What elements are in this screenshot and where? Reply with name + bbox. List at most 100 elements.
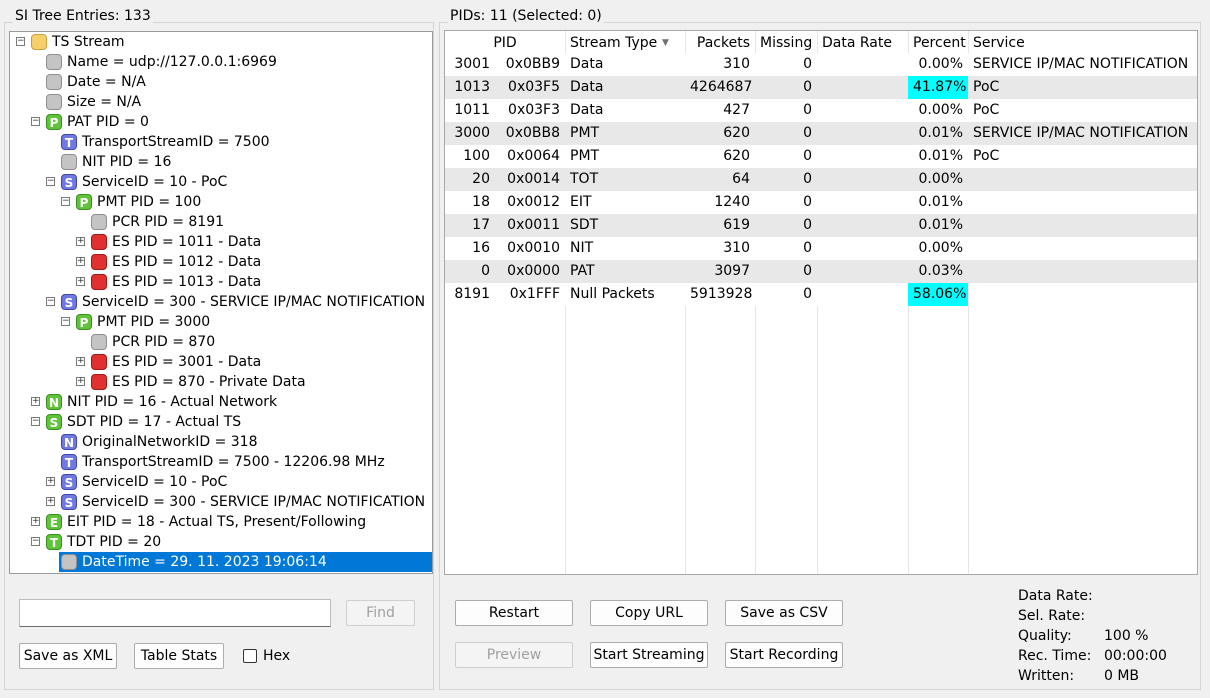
tree-node-label: TDT PID = 20 — [67, 534, 162, 550]
find-button[interactable]: Find — [346, 600, 415, 626]
collapse-icon[interactable]: − — [31, 537, 40, 546]
cell-missing: 0 — [803, 263, 812, 279]
gray-node-icon — [91, 334, 107, 350]
collapse-icon[interactable]: − — [61, 197, 70, 206]
cell-service: PoC — [973, 102, 1000, 118]
preview-button[interactable]: Preview — [455, 642, 573, 668]
cell-service — [968, 168, 1197, 191]
start-recording-button[interactable]: Start Recording — [725, 642, 843, 668]
column-header-pid[interactable]: PID — [445, 31, 565, 55]
column-header-data-rate[interactable]: Data Rate — [817, 31, 908, 55]
expand-icon[interactable]: + — [76, 237, 85, 246]
cell-type: Data — [570, 56, 604, 72]
tree-node[interactable]: − S ServiceID = 10 - PoC — [10, 172, 430, 192]
collapse-icon[interactable]: − — [61, 317, 70, 326]
save-as-xml-button[interactable]: Save as XML — [19, 643, 117, 669]
cell-missing: 0 — [803, 102, 812, 118]
tree-node[interactable]: NIT PID = 16 — [10, 152, 430, 172]
column-header-service[interactable]: Service — [968, 31, 1197, 55]
cell-rate — [817, 237, 908, 260]
cell-pid: 1013 — [454, 79, 490, 95]
pid-table[interactable]: PID Stream Type Packets Missing Data Rate Per… — [444, 30, 1198, 575]
tree-node[interactable]: + ES PID = 3001 - Data — [10, 352, 430, 372]
expand-icon[interactable]: + — [76, 277, 85, 286]
cell-pid: 100 — [463, 148, 490, 164]
tree-node[interactable]: Size = N/A — [10, 92, 430, 112]
tree-node[interactable]: + S ServiceID = 10 - PoC — [10, 472, 430, 492]
tree-node[interactable]: − TS Stream — [10, 32, 430, 52]
collapse-icon[interactable]: − — [16, 37, 25, 46]
tree-node[interactable]: PCR PID = 870 — [10, 332, 430, 352]
tree-node-label: ServiceID = 10 - PoC — [82, 474, 228, 490]
expand-icon[interactable]: + — [76, 377, 85, 386]
tree-node[interactable]: PCR PID = 8191 — [10, 212, 430, 232]
hex-checkbox[interactable] — [243, 649, 257, 663]
tree-node[interactable]: + ES PID = 1013 - Data — [10, 272, 430, 292]
save-as-csv-button[interactable]: Save as CSV — [725, 600, 843, 626]
tree-node[interactable]: + ES PID = 1011 - Data — [10, 232, 430, 252]
blue-s-icon: S — [61, 294, 77, 310]
blue-s-icon: S — [61, 474, 77, 490]
green-p-icon: P — [76, 314, 92, 330]
cell-pid: 0 — [481, 263, 490, 279]
tree-node-label: TS Stream — [52, 34, 125, 50]
gray-node-icon — [91, 214, 107, 230]
collapse-icon[interactable]: − — [31, 417, 40, 426]
tree-node-label: PAT PID = 0 — [67, 114, 149, 130]
collapse-icon[interactable]: − — [31, 117, 40, 126]
cell-type: Data — [570, 102, 604, 118]
cell-missing: 0 — [803, 148, 812, 164]
tree-node-label: ServiceID = 10 - PoC — [82, 174, 228, 190]
gray-node-icon — [61, 554, 77, 570]
si-tree[interactable]: − TS Stream Name = udp://127.0.0.1:6969 Dat… — [9, 31, 433, 574]
tree-node-label: Date = N/A — [67, 74, 146, 90]
tree-node[interactable]: + S ServiceID = 300 - SERVICE IP/MAC NOTIF… — [10, 492, 430, 512]
collapse-icon[interactable]: − — [46, 177, 55, 186]
expand-icon[interactable]: + — [31, 397, 40, 406]
search-input[interactable] — [19, 599, 331, 627]
cell-hex: 0x0014 — [507, 171, 560, 187]
tree-node[interactable]: − P PAT PID = 0 — [10, 112, 430, 132]
cell-pid: 18 — [472, 194, 490, 210]
tree-node[interactable]: − S ServiceID = 300 - SERVICE IP/MAC NOTIF… — [10, 292, 430, 312]
tree-node[interactable]: T TransportStreamID = 7500 - 12206.98 MHz — [10, 452, 430, 472]
cell-missing: 0 — [803, 286, 812, 302]
expand-icon[interactable]: + — [76, 357, 85, 366]
tree-node[interactable]: + N NIT PID = 16 - Actual Network — [10, 392, 430, 412]
tree-node[interactable]: Date = N/A — [10, 72, 430, 92]
tree-node-label: ES PID = 1011 - Data — [112, 234, 262, 250]
cell-percent: 0.01% — [918, 125, 963, 141]
tree-node[interactable]: Name = udp://127.0.0.1:6969 — [10, 52, 430, 72]
quality-value: 100 % — [1104, 628, 1149, 644]
expand-icon[interactable]: + — [46, 497, 55, 506]
tree-node[interactable]: − T TDT PID = 20 — [10, 532, 430, 552]
column-header-percent[interactable]: Percent — [908, 31, 968, 55]
tree-node[interactable]: + ES PID = 870 - Private Data — [10, 372, 430, 392]
sort-descending-icon[interactable]: ▼ — [657, 31, 685, 55]
cell-packets: 5913928 — [690, 286, 753, 302]
expand-icon[interactable]: + — [31, 517, 40, 526]
start-streaming-button[interactable]: Start Streaming — [590, 642, 708, 668]
tree-node[interactable]: − P PMT PID = 100 — [10, 192, 430, 212]
tree-node[interactable]: − S SDT PID = 17 - Actual TS — [10, 412, 430, 432]
written-label: Written: — [1018, 668, 1075, 684]
tree-node[interactable]: + E EIT PID = 18 - Actual TS, Present/Foll… — [10, 512, 430, 532]
copy-url-button[interactable]: Copy URL — [590, 600, 708, 626]
expand-icon[interactable]: + — [46, 477, 55, 486]
tree-node[interactable]: N OriginalNetworkID = 318 — [10, 432, 430, 452]
tree-node[interactable]: + ES PID = 1012 - Data — [10, 252, 430, 272]
table-stats-button[interactable]: Table Stats — [134, 643, 224, 669]
restart-button[interactable]: Restart — [455, 600, 573, 626]
cell-service: PoC — [973, 79, 1000, 95]
expand-icon[interactable]: + — [76, 257, 85, 266]
column-header-packets[interactable]: Packets — [685, 31, 755, 55]
tree-node[interactable]: − P PMT PID = 3000 — [10, 312, 430, 332]
gray-node-icon — [46, 74, 62, 90]
collapse-icon[interactable]: − — [46, 297, 55, 306]
column-header-missing[interactable]: Missing — [755, 31, 817, 55]
tree-node[interactable]: DateTime = 29. 11. 2023 19:06:14 — [59, 552, 432, 572]
tree-node-label: SDT PID = 17 - Actual TS — [67, 414, 242, 430]
cell-percent: 58.06% — [908, 283, 968, 306]
tree-node[interactable]: T TransportStreamID = 7500 — [10, 132, 430, 152]
cell-hex: 0x0011 — [507, 217, 560, 233]
